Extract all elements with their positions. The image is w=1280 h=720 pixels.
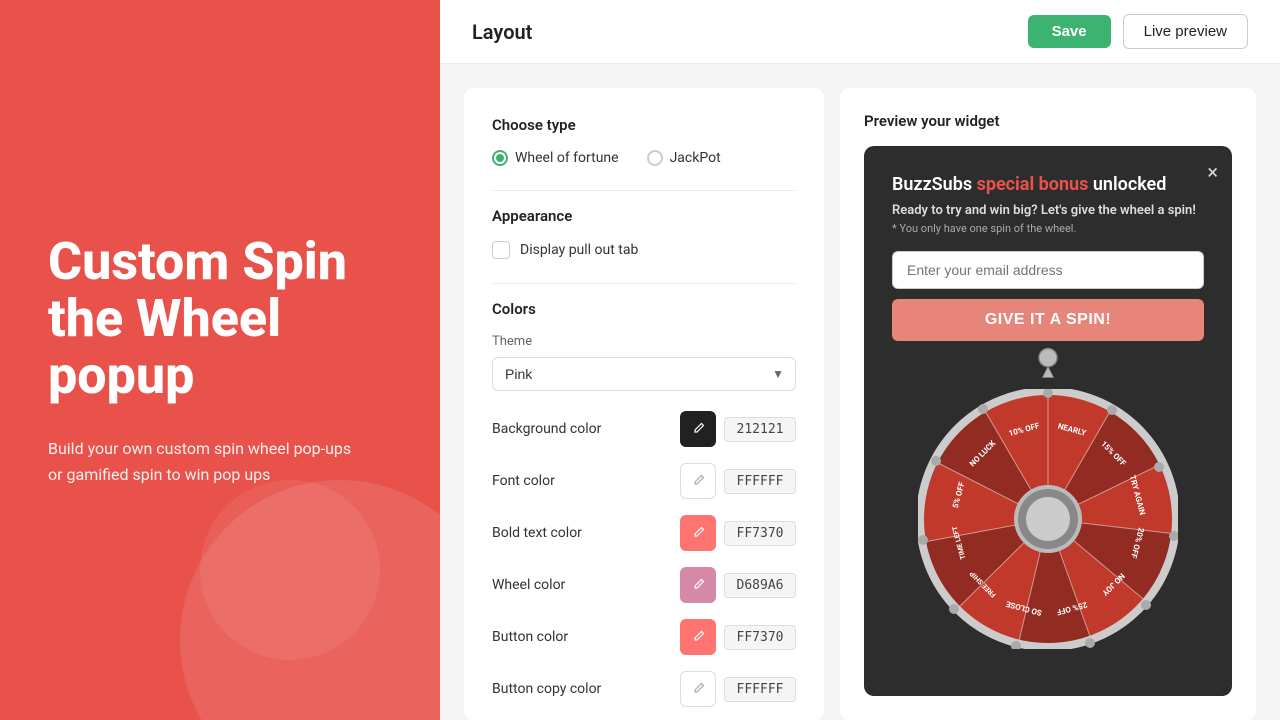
appearance-label: Appearance [492,207,796,225]
button-copy-color-right: FFFFFF [680,671,796,707]
bg-color-right: 212121 [680,411,796,447]
settings-panel: Choose type Wheel of fortune JackPot App… [464,88,824,720]
display-pullout-checkbox[interactable] [492,241,510,259]
headline-end: unlocked [1088,174,1166,195]
left-heading: Custom Spin the Wheel popup [48,233,392,405]
font-color-row: Font color FFFFFF [492,463,796,499]
theme-select-wrapper: Pink Red Blue Green Custom ▼ [492,357,796,391]
bold-text-color-label: Bold text color [492,525,582,541]
choose-type-label: Choose type [492,116,796,134]
widget-preview: × BuzzSubs special bonus unlocked Ready … [864,146,1232,696]
widget-sub: Ready to try and win big? Let's give the… [892,203,1204,218]
wheel-pointer [1034,345,1062,381]
wheel-color-swatch[interactable] [680,567,716,603]
wheel-svg: 5% OFF NO LUCK 10% OFF NEARLY 15% OFF TR… [918,389,1178,649]
button-copy-color-swatch[interactable] [680,671,716,707]
colors-section: Colors Theme Pink Red Blue Green Custom … [492,300,796,707]
radio-label-wheel: Wheel of fortune [515,150,619,166]
button-color-label: Button color [492,629,568,645]
font-color-right: FFFFFF [680,463,796,499]
left-description: Build your own custom spin wheel pop-ups… [48,436,368,487]
bold-text-color-value: FF7370 [724,521,796,546]
radio-wheel-of-fortune[interactable]: Wheel of fortune [492,150,619,166]
top-bar-actions: Save Live preview [1028,14,1248,49]
widget-content: BuzzSubs special bonus unlocked Ready to… [864,146,1232,341]
theme-row: Theme Pink Red Blue Green Custom ▼ [492,334,796,391]
left-panel: Custom Spin the Wheel popup Build your o… [0,0,440,720]
radio-label-jackpot: JackPot [670,150,721,166]
button-color-value: FF7370 [724,625,796,650]
display-pullout-group: Display pull out tab [492,241,796,259]
right-panel: Layout Save Live preview Choose type Whe… [440,0,1280,720]
theme-label: Theme [492,334,796,349]
button-copy-color-value: FFFFFF [724,677,796,702]
widget-headline: BuzzSubs special bonus unlocked [892,174,1204,195]
display-pullout-label: Display pull out tab [520,242,638,258]
divider-2 [492,283,796,284]
wheel-color-right: D689A6 [680,567,796,603]
wheel-color-value: D689A6 [724,573,796,598]
bg-color-row: Background color 212121 [492,411,796,447]
theme-select[interactable]: Pink Red Blue Green Custom [492,357,796,391]
bg-color-swatch[interactable] [680,411,716,447]
main-content: Choose type Wheel of fortune JackPot App… [440,64,1280,720]
eyedropper-icon [691,578,705,592]
radio-jackpot[interactable]: JackPot [647,150,721,166]
eyedropper-icon [691,422,705,436]
headline-start: BuzzSubs [892,174,977,195]
wheel-color-label: Wheel color [492,577,565,593]
wheel-container: 5% OFF NO LUCK 10% OFF NEARLY 15% OFF TR… [864,341,1232,696]
button-copy-color-label: Button copy color [492,681,601,697]
appearance-section: Appearance Display pull out tab [492,207,796,259]
top-bar: Layout Save Live preview [440,0,1280,64]
spin-button[interactable]: GIVE IT A SPIN! [892,299,1204,341]
font-color-swatch[interactable] [680,463,716,499]
save-button[interactable]: Save [1028,15,1111,48]
bold-text-color-row: Bold text color FF7370 [492,515,796,551]
radio-dot-wheel [492,150,508,166]
page-title: Layout [472,20,532,44]
eyedropper-icon [691,526,705,540]
eyedropper-icon [691,630,705,644]
wheel-color-row: Wheel color D689A6 [492,567,796,603]
button-color-row: Button color FF7370 [492,619,796,655]
bg-color-label: Background color [492,421,601,437]
live-preview-button[interactable]: Live preview [1123,14,1248,49]
button-color-right: FF7370 [680,619,796,655]
button-color-swatch[interactable] [680,619,716,655]
preview-title: Preview your widget [864,112,1232,130]
colors-label: Colors [492,300,796,318]
radio-group: Wheel of fortune JackPot [492,150,796,166]
bold-text-color-right: FF7370 [680,515,796,551]
email-field[interactable] [892,251,1204,289]
headline-special: special bonus [977,174,1089,195]
eyedropper-icon [691,682,705,696]
radio-dot-jackpot [647,150,663,166]
bold-text-color-swatch[interactable] [680,515,716,551]
close-icon[interactable]: × [1207,160,1218,184]
button-copy-color-row: Button copy color FFFFFF [492,671,796,707]
font-color-value: FFFFFF [724,469,796,494]
widget-note: * You only have one spin of the wheel. [892,222,1204,235]
bg-color-value: 212121 [724,417,796,442]
divider-1 [492,190,796,191]
font-color-label: Font color [492,473,555,489]
eyedropper-icon [691,474,705,488]
choose-type-section: Choose type Wheel of fortune JackPot [492,116,796,166]
preview-panel: Preview your widget × BuzzSubs special b… [840,88,1256,720]
